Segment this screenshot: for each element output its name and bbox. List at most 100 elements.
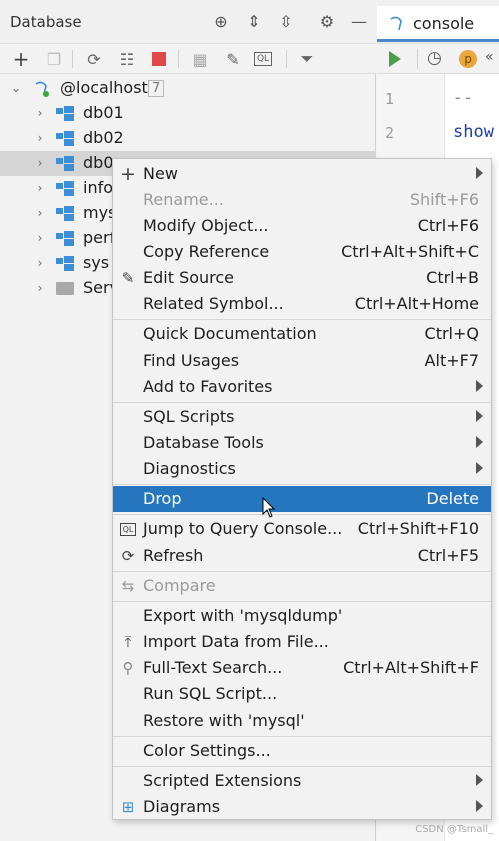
menu-item-label: Scripted Extensions [143,771,302,790]
menu-item-label: Restore with 'mysql' [143,711,305,730]
menu-item-label: Run SQL Script... [143,684,278,703]
add-icon[interactable]: + [10,47,32,71]
tree-item-schema[interactable]: › db02 [0,126,376,151]
editor-tab-bar: console [377,0,499,44]
submenu-arrow-icon [476,380,483,392]
menu-item-scripted-extensions[interactable]: Scripted Extensions [113,768,491,794]
filter-icon[interactable]: ⏷ [296,48,318,70]
menu-item-add-to-favorites[interactable]: Add to Favorites [113,374,491,400]
menu-item-diagnostics[interactable]: Diagnostics [113,456,491,482]
refresh-icon[interactable]: ⟳ [83,48,105,70]
menu-item-import-data[interactable]: ⤒ Import Data from File... [113,629,491,655]
menu-item-shortcut: Shift+F6 [409,190,479,209]
run-icon[interactable] [389,51,401,67]
menu-item-label: Jump to Query Console... [143,519,343,538]
menu-item-refresh[interactable]: ⟳ Refresh Ctrl+F5 [113,543,491,569]
menu-item-shortcut: Ctrl+Alt+Shift+F [343,658,479,677]
more-icon[interactable]: « [485,49,494,65]
menu-item-database-tools[interactable]: Database Tools [113,430,491,456]
menu-item-export-mysqldump[interactable]: Export with 'mysqldump' [113,603,491,629]
tree-item-label: db01 [83,103,124,122]
schema-icon [56,206,76,222]
diagram-icon: ⊞ [121,798,135,816]
menu-item-full-text-search[interactable]: ⚲ Full-Text Search... Ctrl+Alt+Shift+F [113,655,491,681]
stop-icon[interactable] [148,48,170,70]
chevron-right-icon[interactable]: › [34,231,46,245]
minimize-icon[interactable]: — [348,10,370,32]
menu-item-label: Export with 'mysqldump' [143,606,343,625]
menu-item-label: Find Usages [143,351,240,370]
menu-item-label: Rename... [143,190,224,209]
menu-item-label: Add to Favorites [143,377,273,396]
menu-item-find-usages[interactable]: Find Usages Alt+F7 [113,348,491,374]
menu-separator [113,319,491,320]
tree-item-schema[interactable]: › db01 [0,101,376,126]
menu-item-restore-mysql[interactable]: Restore with 'mysql' [113,708,491,734]
chevron-right-icon[interactable]: › [34,156,46,170]
duplicate-icon[interactable]: ❐ [43,48,65,70]
menu-item-color-settings[interactable]: Color Settings... [113,738,491,764]
line-number: 1 [385,90,395,108]
toolbar-divider [286,50,287,68]
menu-item-related-symbol[interactable]: Related Symbol... Ctrl+Alt+Home [113,291,491,317]
transaction-mode-icon[interactable]: p [459,50,477,68]
menu-item-compare[interactable]: ⇆ Compare [113,573,491,599]
chevron-right-icon[interactable]: › [34,181,46,195]
code-line-comment[interactable]: -- [453,88,473,108]
compare-icon: ⇆ [121,577,135,595]
chevron-right-icon[interactable]: › [34,106,46,120]
schema-icon [56,231,76,247]
console-tab-icon [389,15,407,33]
chevron-right-icon[interactable]: › [34,131,46,145]
edit-icon[interactable]: ✎ [222,48,244,70]
menu-item-sql-scripts[interactable]: SQL Scripts [113,404,491,430]
expand-all-icon[interactable]: ⇕ [243,10,265,32]
schema-icon [56,181,76,197]
collapse-all-icon[interactable]: ⇳ [275,10,297,32]
chevron-right-icon[interactable]: › [34,256,46,270]
menu-item-label: Full-Text Search... [143,658,283,677]
menu-item-shortcut: Ctrl+F6 [417,216,479,235]
properties-icon[interactable]: ☷ [116,48,138,70]
menu-item-drop[interactable]: Drop Delete [113,486,491,512]
menu-item-label: Copy Reference [143,242,270,261]
schema-icon [56,256,76,272]
menu-item-label: Quick Documentation [143,324,317,343]
history-icon[interactable]: ◷ [427,48,442,68]
toolbar-divider [178,50,179,68]
tree-item-label: info [83,178,114,197]
menu-item-new[interactable]: + New [113,161,491,187]
submenu-arrow-icon [476,167,483,179]
menu-item-rename[interactable]: Rename... Shift+F6 [113,187,491,213]
menu-item-label: New [143,164,178,183]
submenu-arrow-icon [476,774,483,786]
menu-item-shortcut: Ctrl+B [426,268,479,287]
chevron-right-icon[interactable]: › [34,281,46,295]
menu-item-shortcut: Ctrl+Q [424,324,479,343]
import-icon: ⤒ [124,633,132,651]
datasource-icon [33,80,51,98]
menu-item-run-sql-script[interactable]: Run SQL Script... [113,681,491,707]
gear-icon[interactable]: ⚙ [316,10,338,32]
tree-root-localhost[interactable]: ⌄ @localhost 7 [0,76,376,101]
code-line-statement[interactable]: show [453,122,494,142]
menu-item-label: Refresh [143,546,204,565]
menu-item-jump-to-query-console[interactable]: QL Jump to Query Console... Ctrl+Shift+F… [113,516,491,542]
menu-separator [113,601,491,602]
table-icon[interactable]: ▦ [189,48,211,70]
menu-item-modify-object[interactable]: Modify Object... Ctrl+F6 [113,213,491,239]
menu-item-diagrams[interactable]: ⊞ Diagrams [113,794,491,820]
crosshair-icon[interactable]: ⊕ [210,10,232,32]
chevron-right-icon[interactable]: › [34,206,46,220]
chevron-down-icon[interactable]: ⌄ [10,81,22,95]
menu-item-copy-reference[interactable]: Copy Reference Ctrl+Alt+Shift+C [113,239,491,265]
schema-icon [56,106,76,122]
query-console-icon[interactable]: QL [254,52,272,66]
menu-item-quick-documentation[interactable]: Quick Documentation Ctrl+Q [113,321,491,347]
menu-item-shortcut: Delete [426,489,479,508]
menu-item-edit-source[interactable]: ✎ Edit Source Ctrl+B [113,265,491,291]
menu-item-label: Database Tools [143,433,264,452]
menu-separator [113,736,491,737]
tab-console[interactable]: console [377,6,499,42]
menu-item-label: Diagnostics [143,459,236,478]
